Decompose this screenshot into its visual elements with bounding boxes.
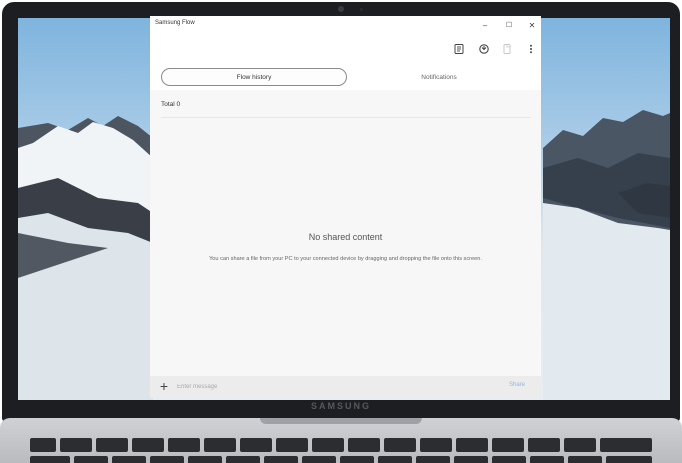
keyboard-key (564, 438, 596, 452)
keyboard-key (302, 456, 336, 463)
share-button[interactable]: Share (509, 382, 525, 388)
message-input[interactable] (177, 382, 477, 392)
keyboard-key (606, 456, 652, 463)
keyboard-key (420, 438, 452, 452)
keyboard-key (378, 456, 412, 463)
device-button[interactable] (500, 42, 514, 56)
samsung-flow-window: Samsung Flow – ☐ ✕ Flow history Notifica… (150, 16, 541, 398)
keyboard-key (312, 438, 344, 452)
keyboard-key (204, 438, 236, 452)
sync-icon (479, 44, 489, 54)
keyboard-key (568, 456, 602, 463)
minimize-button[interactable]: – (473, 17, 497, 33)
keyboard-key (30, 438, 56, 452)
device-icon (503, 44, 511, 54)
keyboard-key (384, 438, 416, 452)
title-bar: Samsung Flow – ☐ ✕ (150, 16, 541, 34)
keyboard-key (168, 438, 200, 452)
keyboard-key (276, 438, 308, 452)
webcam-indicator (360, 8, 363, 11)
message-input-bar: + Share (150, 376, 541, 398)
more-menu-icon (530, 44, 532, 54)
device-brand-label: SAMSUNG (310, 401, 371, 411)
keyboard-key (150, 456, 184, 463)
maximize-button[interactable]: ☐ (497, 17, 521, 33)
keyboard-key (416, 456, 450, 463)
empty-state-title: No shared content (308, 232, 383, 242)
add-attachment-button[interactable]: + (157, 379, 171, 393)
keyboard-key (348, 438, 380, 452)
keyboard-key (528, 438, 560, 452)
notes-button[interactable] (452, 42, 466, 56)
keyboard-key (492, 438, 524, 452)
close-button[interactable]: ✕ (520, 17, 541, 33)
notes-icon (454, 44, 464, 54)
laptop-hinge (260, 418, 422, 424)
keyboard (30, 434, 652, 463)
keyboard-key (132, 438, 164, 452)
more-menu-button[interactable] (524, 42, 538, 56)
sync-button[interactable] (477, 42, 491, 56)
keyboard-key (600, 438, 652, 452)
empty-state-description: You can share a file from your PC to you… (209, 256, 482, 262)
keyboard-key (30, 456, 70, 463)
keyboard-key (530, 456, 564, 463)
keyboard-key (456, 438, 488, 452)
webcam (338, 6, 344, 12)
total-count: Total 0 (161, 101, 181, 108)
divider (161, 117, 531, 118)
keyboard-key (74, 456, 108, 463)
keyboard-key (60, 438, 92, 452)
tab-bar: Flow history Notifications (150, 64, 541, 90)
keyboard-key (264, 456, 298, 463)
keyboard-key (188, 456, 222, 463)
keyboard-key (112, 456, 146, 463)
tab-flow-history[interactable]: Flow history (161, 68, 347, 86)
window-title: Samsung Flow (155, 20, 195, 26)
app-toolbar (150, 34, 541, 64)
keyboard-key (492, 456, 526, 463)
keyboard-key (454, 456, 488, 463)
keyboard-key (240, 438, 272, 452)
keyboard-key (226, 456, 260, 463)
keyboard-key (96, 438, 128, 452)
tab-notifications[interactable]: Notifications (365, 68, 513, 86)
keyboard-key (340, 456, 374, 463)
